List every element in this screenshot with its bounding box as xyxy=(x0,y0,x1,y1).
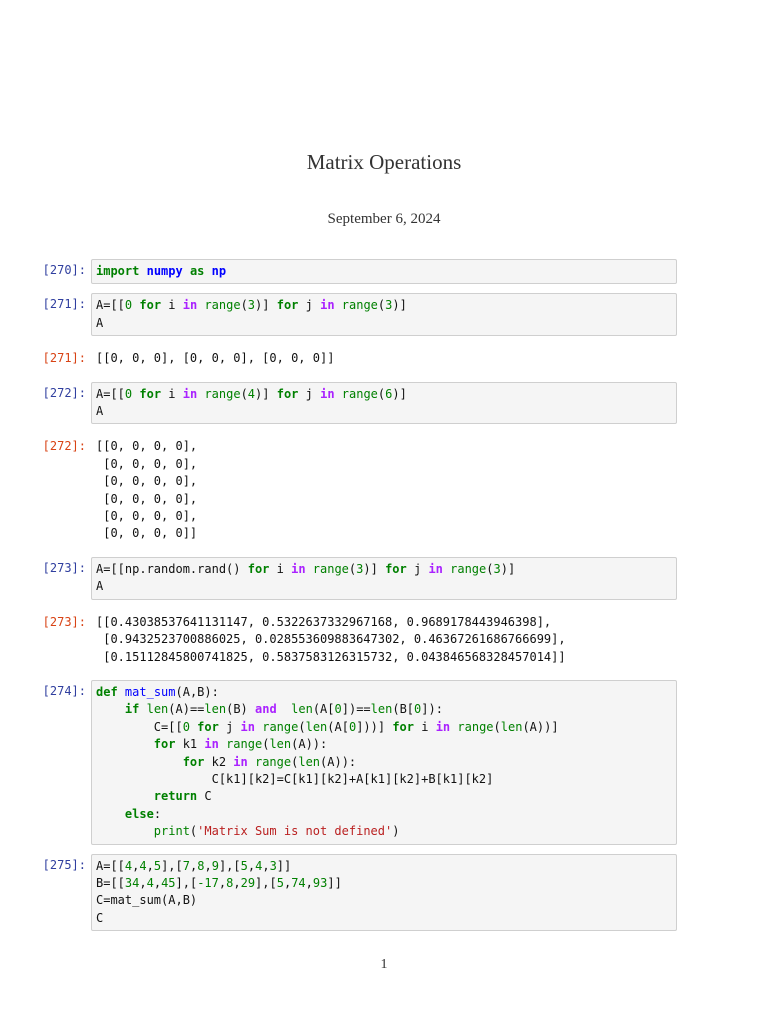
document-date: September 6, 2024 xyxy=(327,211,441,227)
code-cell-274: [274]: def mat_sum(A,B): if len(A)==len(… xyxy=(0,679,768,845)
code-cell-273: [273]: A=[[np.random.rand() for i in ran… xyxy=(0,556,768,600)
document-title: Matrix Operations xyxy=(306,150,462,174)
code-input[interactable]: def mat_sum(A,B): if len(A)==len(B) and … xyxy=(91,679,677,845)
input-prompt: [272]: xyxy=(42,385,86,400)
output-prompt: [271]: xyxy=(42,351,86,366)
output-cell-273: [273]: [[0.43038537641131147, 0.53226373… xyxy=(0,614,768,666)
code-input[interactable]: A=[[0 for i in range(3)] for j in range(… xyxy=(91,293,677,337)
code-cell-272: [272]: A=[[0 for i in range(4)] for j in… xyxy=(0,381,768,425)
input-prompt: [274]: xyxy=(42,683,86,698)
output-cell-272: [272]: [[0, 0, 0, 0], [0, 0, 0, 0], [0, … xyxy=(0,438,768,542)
input-prompt: [271]: xyxy=(42,297,86,312)
output-prompt: [273]: xyxy=(42,614,86,629)
notebook-cells: [270]: import numpy as np [271]: A=[[0 f… xyxy=(0,259,768,932)
page-number: 1 xyxy=(380,957,388,972)
cell-output: [[0, 0, 0], [0, 0, 0], [0, 0, 0]] xyxy=(96,351,335,366)
code-cell-270: [270]: import numpy as np xyxy=(0,259,768,285)
code-input[interactable]: A=[[4,4,5],[7,8,9],[5,4,3]] B=[[34,4,45]… xyxy=(91,853,677,932)
code-input[interactable]: import numpy as np xyxy=(91,259,677,285)
code-input[interactable]: A=[[0 for i in range(4)] for j in range(… xyxy=(91,381,677,425)
code-input[interactable]: A=[[np.random.rand() for i in range(3)] … xyxy=(91,556,677,600)
input-prompt: [270]: xyxy=(42,263,86,277)
cell-output: [[0, 0, 0, 0], [0, 0, 0, 0], [0, 0, 0, 0… xyxy=(96,439,198,541)
cell-output: [[0.43038537641131147, 0.532263733296716… xyxy=(96,614,566,664)
input-prompt: [275]: xyxy=(42,857,86,872)
code-cell-271: [271]: A=[[0 for i in range(3)] for j in… xyxy=(0,293,768,337)
code-cell-275: [275]: A=[[4,4,5],[7,8,9],[5,4,3]] B=[[3… xyxy=(0,853,768,932)
input-prompt: [273]: xyxy=(42,560,86,575)
output-prompt: [272]: xyxy=(42,439,86,454)
output-cell-271: [271]: [[0, 0, 0], [0, 0, 0], [0, 0, 0]] xyxy=(0,350,768,367)
